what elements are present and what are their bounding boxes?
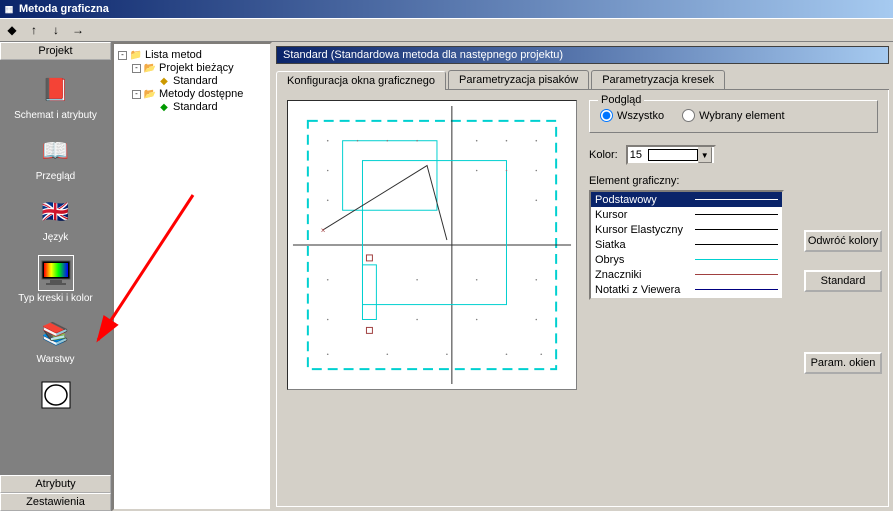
nav-down-button[interactable]: ↓ xyxy=(46,20,66,40)
tab-content: × Wszystko Wybrany element Kolor: 15 ▼ xyxy=(276,90,889,507)
sidebar-item-typ-kreski[interactable]: Typ kreski i kolor xyxy=(0,251,111,308)
sidebar-footer-atrybuty[interactable]: Atrybuty xyxy=(0,475,111,493)
tree-root[interactable]: -📁Lista metod xyxy=(118,49,266,61)
sidebar-footer-zestawienia[interactable]: Zestawienia xyxy=(0,493,111,511)
collapse-icon[interactable]: - xyxy=(118,51,127,60)
list-item[interactable]: Notatki z Viewera xyxy=(591,282,782,297)
list-item[interactable]: Obrys xyxy=(591,252,782,267)
list-item[interactable]: Siatka xyxy=(591,237,782,252)
nav-back-button[interactable]: ◆ xyxy=(2,20,22,40)
radio-wybrany[interactable]: Wybrany element xyxy=(682,109,785,122)
panel-title: Standard (Standardowa metoda dla następn… xyxy=(276,46,889,64)
tree-standard-2[interactable]: ◆Standard xyxy=(146,101,266,113)
invert-colors-button[interactable]: Odwróć kolory xyxy=(804,230,882,252)
graphics-preview: × xyxy=(287,100,577,390)
layers-icon: 📚 xyxy=(38,316,74,352)
tree-standard-1[interactable]: ◆Standard xyxy=(146,75,266,87)
sidebar-item-przeglad[interactable]: 📖 Przegląd xyxy=(0,129,111,186)
color-combo[interactable]: 15 ▼ xyxy=(626,145,716,165)
preview-icon: 📖 xyxy=(38,133,74,169)
sidebar-item-jezyk[interactable]: 🇬🇧 Język xyxy=(0,190,111,247)
list-item[interactable]: Podstawowy xyxy=(591,192,782,207)
tab-konfiguracja[interactable]: Konfiguracja okna graficznego xyxy=(276,71,446,90)
window-titlebar: ▦ Metoda graficzna xyxy=(0,0,893,18)
window-title: Metoda graficzna xyxy=(19,3,109,15)
radio-wszystko[interactable]: Wszystko xyxy=(600,109,664,122)
right-panel: Standard (Standardowa metoda dla następn… xyxy=(272,42,893,511)
elem-label: Element graficzny: xyxy=(589,175,878,187)
collapse-icon[interactable]: - xyxy=(132,90,141,99)
sidebar-item-schemat[interactable]: 📕 Schemat i atrybuty xyxy=(0,68,111,125)
folder-icon: 📁 xyxy=(129,49,143,61)
color-swatch xyxy=(648,149,698,161)
tab-kresek[interactable]: Parametryzacja kresek xyxy=(591,70,725,89)
list-item[interactable]: Znaczniki xyxy=(591,267,782,282)
monitor-color-icon xyxy=(38,255,74,291)
book-icon: 📕 xyxy=(38,72,74,108)
list-item[interactable]: Kursor Elastyczny xyxy=(591,222,782,237)
preview-groupbox: Wszystko Wybrany element xyxy=(589,100,878,133)
tree-panel: -📁Lista metod -📂Projekt bieżący ◆Standar… xyxy=(112,42,272,511)
diamond-icon: ◆ xyxy=(157,75,171,87)
tree-projekt-biezacy[interactable]: -📂Projekt bieżący xyxy=(132,62,266,74)
sidebar-item-circle[interactable] xyxy=(0,373,111,419)
nav-up-button[interactable]: ↑ xyxy=(24,20,44,40)
folder-open-icon: 📂 xyxy=(143,88,157,100)
tab-strip: Konfiguracja okna graficznego Parametryz… xyxy=(276,70,889,90)
param-okien-button[interactable]: Param. okien xyxy=(804,352,882,374)
sidebar-header-projekt[interactable]: Projekt xyxy=(0,42,111,60)
collapse-icon[interactable]: - xyxy=(132,64,141,73)
color-label: Kolor: xyxy=(589,149,618,161)
tree-metody-dostepne[interactable]: -📂Metody dostępne xyxy=(132,88,266,100)
toolbar: ◆ ↑ ↓ → xyxy=(0,18,893,42)
element-list[interactable]: Podstawowy Kursor Kursor Elastyczny Siat… xyxy=(589,190,784,300)
nav-forward-button[interactable]: → xyxy=(68,20,88,40)
circle-icon xyxy=(38,377,74,413)
sidebar-item-warstwy[interactable]: 📚 Warstwy xyxy=(0,312,111,369)
chevron-down-icon[interactable]: ▼ xyxy=(698,147,712,163)
app-icon: ▦ xyxy=(2,2,16,16)
left-sidebar: Projekt 📕 Schemat i atrybuty 📖 Przegląd … xyxy=(0,42,112,511)
standard-button[interactable]: Standard xyxy=(804,270,882,292)
folder-open-icon: 📂 xyxy=(143,62,157,74)
list-item[interactable]: Kursor xyxy=(591,207,782,222)
diamond-icon: ◆ xyxy=(157,101,171,113)
tab-pisakow[interactable]: Parametryzacja pisaków xyxy=(448,70,589,89)
flag-icon: 🇬🇧 xyxy=(38,194,74,230)
svg-text:×: × xyxy=(321,226,326,235)
